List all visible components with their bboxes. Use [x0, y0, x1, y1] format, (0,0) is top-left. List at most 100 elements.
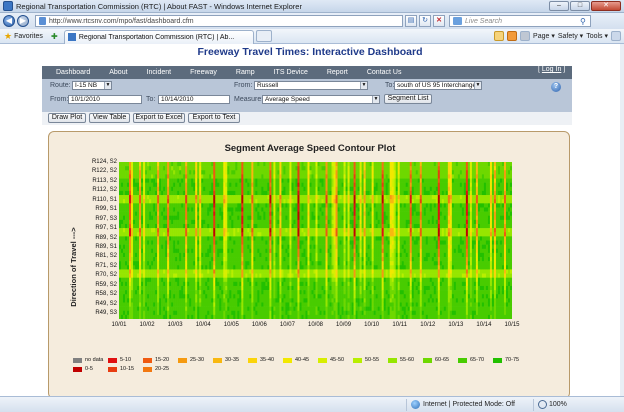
heatmap-cell: [225, 215, 228, 221]
heatmap-cell: [267, 186, 270, 192]
heatmap-cell: [331, 310, 334, 316]
heatmap-cell: [257, 269, 260, 274]
heatmap-cell: [227, 281, 230, 287]
heatmap-cell: [349, 190, 352, 196]
draw-plot-button[interactable]: Draw Plot: [48, 113, 86, 123]
page-menu[interactable]: Page ▾: [533, 32, 555, 40]
nav-ramp[interactable]: Ramp: [236, 69, 255, 76]
export-text-button[interactable]: Export to Text: [188, 113, 240, 123]
heatmap-cell: [365, 207, 368, 212]
heatmap-cell: [303, 281, 306, 287]
safety-menu[interactable]: Safety ▾: [558, 32, 583, 40]
heatmap-cell: [159, 219, 162, 225]
to-date-input[interactable]: 10/14/2010: [158, 95, 230, 104]
search-box[interactable]: Live Search ⚲: [449, 15, 591, 27]
print-icon[interactable]: [520, 31, 531, 41]
heatmap-cell: [293, 290, 296, 295]
heatmap-cell: [223, 261, 226, 266]
nav-dashboard[interactable]: Dashboard: [56, 69, 90, 76]
heatmap-cell: [375, 228, 378, 233]
forward-button[interactable]: ▶: [17, 15, 29, 27]
heatmap-cell: [223, 174, 226, 179]
heatmap-cell: [343, 240, 346, 245]
heatmap-cell: [295, 269, 298, 274]
heatmap-cell: [241, 298, 244, 303]
segment-list-button[interactable]: Segment List: [384, 94, 432, 104]
export-excel-button[interactable]: Export to Excel: [133, 113, 185, 123]
heatmap-cell: [153, 195, 156, 200]
heatmap-cell: [343, 178, 346, 183]
heatmap-cell: [179, 314, 182, 319]
heatmap-cell: [143, 219, 146, 225]
heatmap-cell: [375, 261, 378, 266]
heatmap-cell: [145, 306, 148, 312]
stop-icon[interactable]: ✕: [433, 15, 445, 27]
heatmap-cell: [291, 182, 294, 188]
minimize-button[interactable]: –: [549, 1, 569, 11]
url-text[interactable]: http://www.rtcsnv.com/mpo/fast/dashboard…: [49, 18, 402, 25]
nav-freeway[interactable]: Freeway: [190, 69, 217, 76]
new-tab-button[interactable]: [255, 30, 272, 42]
heatmap-cell: [361, 240, 364, 245]
address-bar[interactable]: http://www.rtcsnv.com/mpo/fast/dashboard…: [35, 15, 403, 27]
nav-contact-us[interactable]: Contact Us: [367, 69, 402, 76]
feeds-icon[interactable]: [507, 31, 518, 41]
back-button[interactable]: ◀: [3, 15, 15, 27]
heatmap-cell: [159, 240, 162, 245]
to-location-select[interactable]: south of US 95 Interchange ▼: [394, 81, 482, 90]
login-link[interactable]: [ Log In ]: [538, 66, 566, 73]
heatmap-cell: [189, 186, 192, 192]
heatmap-cell: [141, 228, 144, 233]
heatmap-cell: [187, 277, 190, 283]
heatmap-cell: [335, 277, 338, 283]
heatmap-cell: [197, 174, 200, 179]
search-input[interactable]: Live Search: [465, 18, 580, 25]
heatmap-cell: [247, 215, 250, 221]
heatmap-cell: [159, 269, 162, 274]
nav-incident[interactable]: Incident: [147, 69, 172, 76]
nav-its-device[interactable]: ITS Device: [274, 69, 308, 76]
heatmap-cell: [323, 207, 326, 212]
help-menu-icon[interactable]: [611, 31, 621, 41]
nav-report[interactable]: Report: [327, 69, 348, 76]
heatmap-cell: [245, 306, 248, 312]
heatmap-cell: [195, 281, 198, 287]
help-icon[interactable]: ?: [551, 82, 561, 92]
heatmap-cell: [137, 277, 140, 283]
heatmap-cell: [127, 174, 130, 179]
measure-select[interactable]: Average Speed ▼: [262, 95, 380, 104]
heatmap-cell: [295, 195, 298, 200]
search-icon[interactable]: ⚲: [580, 17, 590, 26]
heatmap-cell: [209, 166, 212, 171]
heatmap-cell: [139, 174, 142, 179]
heatmap-cell: [177, 207, 180, 212]
heatmap-cell: [341, 162, 344, 167]
view-table-button[interactable]: View Table: [89, 113, 130, 123]
favorites-button[interactable]: ★ Favorites: [4, 31, 43, 42]
heatmap-cell: [195, 298, 198, 303]
maximize-button[interactable]: □: [570, 1, 590, 11]
heatmap-cell: [171, 166, 174, 171]
heatmap-cell: [157, 178, 160, 183]
heatmap-cell: [213, 236, 216, 241]
close-window-button[interactable]: ✕: [591, 1, 621, 11]
tools-menu[interactable]: Tools ▾: [586, 32, 608, 40]
heatmap-cell: [363, 290, 366, 295]
refresh-icon[interactable]: ↻: [419, 15, 431, 27]
heatmap-cell: [341, 170, 344, 175]
heatmap-cell: [139, 273, 142, 278]
home-icon[interactable]: [494, 31, 505, 41]
from-date-input[interactable]: 10/1/2010: [68, 95, 142, 104]
heatmap-cell: [303, 215, 306, 221]
nav-about[interactable]: About: [109, 69, 127, 76]
heatmap-cell: [167, 252, 170, 258]
heatmap-cell: [335, 294, 338, 299]
compatibility-icon[interactable]: ▤: [405, 15, 417, 27]
heatmap-cell: [133, 244, 136, 250]
browser-tab[interactable]: Regional Transportation Commission (RTC)…: [63, 29, 254, 44]
heatmap-cell: [335, 298, 338, 303]
heatmap-cell: [347, 302, 350, 307]
route-select[interactable]: I-15 NB ▼: [72, 81, 112, 90]
add-favorite-icon[interactable]: ✚: [49, 31, 60, 42]
from-location-select[interactable]: Russell ▼: [254, 81, 368, 90]
